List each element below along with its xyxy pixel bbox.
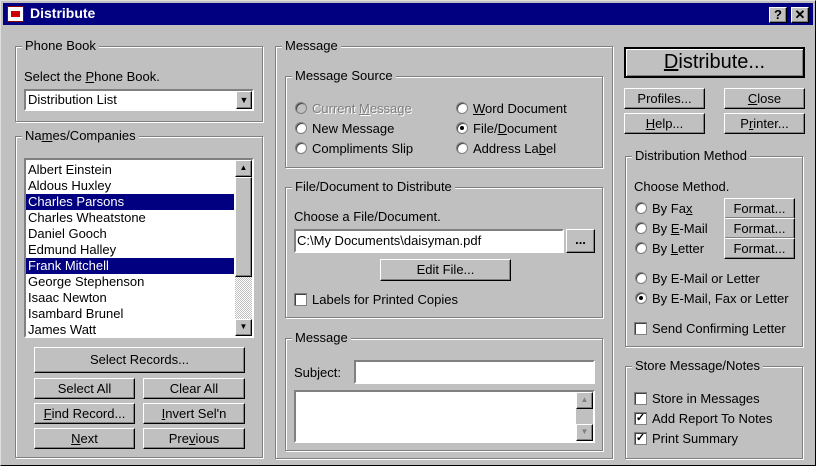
choose-method-label: Choose Method. [634, 179, 730, 194]
list-item[interactable]: George Stephenson [26, 274, 234, 290]
edit-file-button[interactable]: Edit File... [380, 259, 511, 281]
by-fax-radio[interactable] [635, 202, 647, 214]
list-item[interactable]: Daniel Gooch [26, 226, 234, 242]
body-scroll-up-arrow-icon[interactable]: ▲ [576, 392, 593, 409]
scroll-thumb[interactable] [235, 177, 252, 277]
list-item[interactable]: Charles Parsons [26, 194, 234, 210]
new-message-label: New Message [312, 121, 395, 136]
message-group-label: Message [292, 331, 351, 345]
body-scroll-down-arrow-icon[interactable]: ▼ [576, 424, 593, 441]
profiles-button[interactable]: Profiles... [624, 88, 705, 109]
list-item[interactable]: Isambard Brunel [26, 306, 234, 322]
distribution-method-group-label: Distribution Method [632, 149, 750, 163]
previous-button[interactable]: Previous [143, 428, 245, 449]
scroll-down-arrow-icon[interactable]: ▼ [235, 319, 252, 336]
list-item[interactable]: Albert Einstein [26, 162, 234, 178]
select-phone-book-label: Select the Phone Book. [24, 69, 160, 84]
by-email-or-letter-radio[interactable] [635, 272, 647, 284]
send-confirming-checkbox[interactable] [634, 322, 647, 335]
names-scrollbar[interactable]: ▲ ▼ [235, 160, 252, 336]
word-document-radio[interactable] [456, 102, 468, 114]
message-body-textarea[interactable]: ▲ ▼ [294, 390, 595, 443]
by-email-fax-letter-label: By E-Mail, Fax or Letter [652, 291, 789, 306]
by-letter-radio[interactable] [635, 242, 647, 254]
window-title: Distribute [30, 5, 96, 21]
file-path-value: C:\My Documents\daisyman.pdf [297, 233, 482, 248]
current-message-radio[interactable] [295, 102, 307, 114]
by-letter-label: By Letter [652, 241, 705, 256]
invert-selection-button[interactable]: Invert Sel'n [143, 403, 245, 424]
add-report-checkbox[interactable]: ✓ [634, 412, 647, 425]
select-all-button[interactable]: Select All [34, 378, 135, 399]
list-item[interactable]: Edmund Halley [26, 242, 234, 258]
phone-book-group-label: Phone Book [22, 39, 99, 53]
file-document-radio[interactable] [456, 122, 468, 134]
distribute-button[interactable]: Distribute... [624, 47, 805, 78]
by-email-radio[interactable] [635, 222, 647, 234]
clear-all-button[interactable]: Clear All [143, 378, 245, 399]
add-report-label: Add Report To Notes [652, 411, 773, 426]
help-button[interactable]: Help... [624, 113, 705, 134]
next-button[interactable]: Next [34, 428, 135, 449]
send-confirming-label: Send Confirming Letter [652, 321, 786, 336]
store-notes-group-label: Store Message/Notes [632, 359, 764, 373]
list-item[interactable]: Aldous Huxley [26, 178, 234, 194]
subject-label: Subject: [294, 365, 341, 380]
labels-printed-label: Labels for Printed Copies [312, 292, 458, 307]
phone-book-select-value: Distribution List [28, 92, 117, 107]
select-records-button[interactable]: Select Records... [34, 347, 245, 373]
email-format-button[interactable]: Format... [724, 218, 795, 239]
dropdown-arrow-icon[interactable]: ▼ [236, 91, 252, 109]
compliments-slip-radio[interactable] [295, 142, 307, 154]
current-message-label: Current Message [312, 101, 412, 116]
browse-file-button[interactable]: ... [566, 229, 595, 253]
subject-input[interactable] [354, 360, 595, 384]
choose-file-label: Choose a File/Document. [294, 209, 441, 224]
by-email-label: By E-Mail [652, 221, 708, 236]
distribute-dialog: Distribute ? ✕ Phone Book Select the Pho… [0, 0, 816, 466]
list-item[interactable]: James Watt [26, 322, 234, 336]
new-message-radio[interactable] [295, 122, 307, 134]
names-list: Albert Einstein Aldous Huxley Charles Pa… [26, 162, 234, 336]
store-in-messages-checkbox[interactable] [634, 392, 647, 405]
list-item[interactable]: Frank Mitchell [26, 258, 234, 274]
by-email-or-letter-label: By E-Mail or Letter [652, 271, 760, 286]
letter-format-button[interactable]: Format... [724, 238, 795, 259]
file-path-input[interactable]: C:\My Documents\daisyman.pdf [294, 229, 564, 253]
close-caption-button[interactable]: ✕ [791, 7, 809, 23]
by-fax-label: By Fax [652, 201, 693, 216]
phone-book-select[interactable]: Distribution List ▼ [24, 89, 254, 111]
message-outer-group-label: Message [282, 39, 341, 53]
by-email-fax-letter-radio[interactable] [635, 292, 647, 304]
app-icon [7, 6, 24, 22]
names-companies-group-label: Names/Companies [22, 129, 139, 143]
address-label-radio[interactable] [456, 142, 468, 154]
scroll-up-arrow-icon[interactable]: ▲ [235, 160, 252, 177]
file-document-group-label: File/Document to Distribute [292, 180, 455, 194]
store-in-messages-label: Store in Messages [652, 391, 760, 406]
print-summary-label: Print Summary [652, 431, 738, 446]
word-document-label: Word Document [473, 101, 567, 116]
names-listbox[interactable]: Albert Einstein Aldous Huxley Charles Pa… [24, 158, 254, 338]
fax-format-button[interactable]: Format... [724, 198, 795, 219]
labels-printed-checkbox[interactable] [294, 293, 307, 306]
find-record-button[interactable]: Find Record... [34, 403, 135, 424]
list-item[interactable]: Isaac Newton [26, 290, 234, 306]
close-button[interactable]: Close [724, 88, 805, 109]
print-summary-checkbox[interactable]: ✓ [634, 432, 647, 445]
title-bar[interactable]: Distribute ? ✕ [3, 3, 813, 25]
printer-button[interactable]: Printer... [724, 113, 805, 134]
help-caption-button[interactable]: ? [769, 7, 787, 23]
compliments-slip-label: Compliments Slip [312, 141, 414, 156]
list-item[interactable]: Charles Wheatstone [26, 210, 234, 226]
address-label-label: Address Label [473, 141, 557, 156]
message-source-group-label: Message Source [292, 69, 396, 83]
body-scrollbar[interactable]: ▲ ▼ [576, 392, 593, 441]
file-document-label: File/Document [473, 121, 557, 136]
